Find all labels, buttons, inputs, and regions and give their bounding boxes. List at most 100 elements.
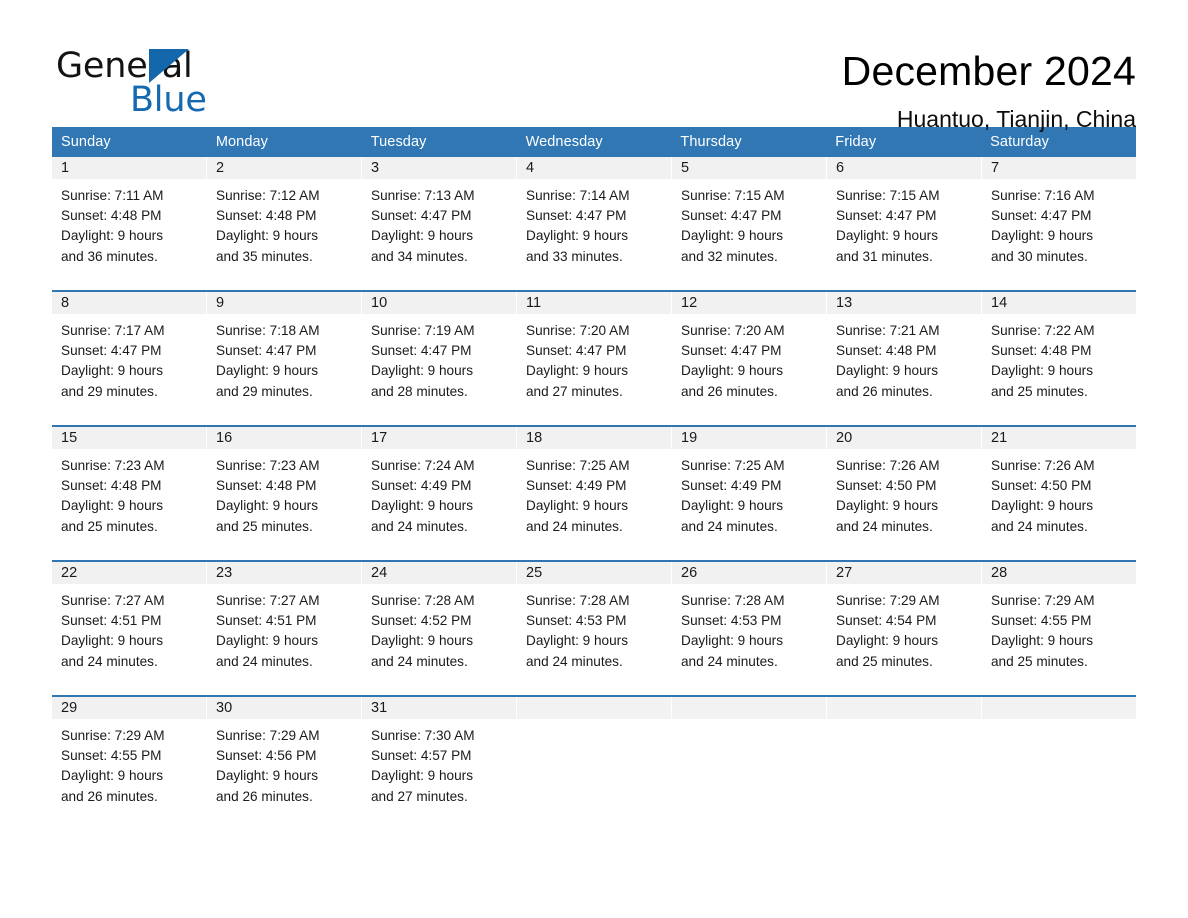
day-number-band: 18 bbox=[517, 427, 671, 449]
day-detail-line: and 26 minutes. bbox=[216, 788, 313, 804]
day-detail-lines: Sunrise: 7:26 AM Sunset: 4:50 PM Daylight:… bbox=[827, 449, 981, 537]
day-detail-lines: Sunrise: 7:24 AM Sunset: 4:49 PM Daylight:… bbox=[362, 449, 516, 537]
day-detail-line: Sunset: 4:52 PM bbox=[371, 613, 472, 629]
day-number-band: 17 bbox=[362, 427, 516, 449]
day-detail-line: Daylight: 9 hours bbox=[371, 768, 474, 784]
day-number-band: 28 bbox=[982, 562, 1136, 584]
day-detail-line: and 25 minutes. bbox=[61, 518, 158, 534]
day-detail-line: Sunset: 4:49 PM bbox=[681, 478, 782, 494]
day-number: 30 bbox=[216, 700, 233, 716]
calendar-day-cell[interactable]: 3 Sunrise: 7:13 AM Sunset: 4:47 PM Daylight… bbox=[362, 157, 516, 290]
day-detail-line: and 29 minutes. bbox=[216, 383, 313, 399]
calendar-day-cell[interactable]: 6 Sunrise: 7:15 AM Sunset: 4:47 PM Daylight… bbox=[827, 157, 981, 290]
calendar-day-cell[interactable]: 7 Sunrise: 7:16 AM Sunset: 4:47 PM Daylight… bbox=[982, 157, 1136, 290]
calendar-day-cell-empty bbox=[517, 697, 671, 830]
calendar-day-cell[interactable]: 9 Sunrise: 7:18 AM Sunset: 4:47 PM Daylight… bbox=[207, 292, 361, 425]
day-detail-line: and 24 minutes. bbox=[681, 653, 778, 669]
day-detail-line: and 27 minutes. bbox=[371, 788, 468, 804]
calendar-day-cell[interactable]: 2 Sunrise: 7:12 AM Sunset: 4:48 PM Daylight… bbox=[207, 157, 361, 290]
day-number-band: 15 bbox=[52, 427, 206, 449]
day-detail-line: and 25 minutes. bbox=[836, 653, 933, 669]
calendar-day-cell[interactable]: 25 Sunrise: 7:28 AM Sunset: 4:53 PM Dayligh… bbox=[517, 562, 671, 695]
day-detail-line: and 25 minutes. bbox=[991, 383, 1088, 399]
day-detail-line: and 24 minutes. bbox=[216, 653, 313, 669]
day-detail-line: Sunset: 4:53 PM bbox=[681, 613, 782, 629]
day-number-band: 12 bbox=[672, 292, 826, 314]
calendar-day-cell[interactable]: 29 Sunrise: 7:29 AM Sunset: 4:55 PM Dayligh… bbox=[52, 697, 206, 830]
day-number-band: 25 bbox=[517, 562, 671, 584]
calendar-week-row: 8 Sunrise: 7:17 AM Sunset: 4:47 PM Daylight… bbox=[52, 290, 1136, 425]
calendar-day-cell[interactable]: 17 Sunrise: 7:24 AM Sunset: 4:49 PM Dayligh… bbox=[362, 427, 516, 560]
calendar-day-cell[interactable]: 21 Sunrise: 7:26 AM Sunset: 4:50 PM Dayligh… bbox=[982, 427, 1136, 560]
calendar-day-cell[interactable]: 12 Sunrise: 7:20 AM Sunset: 4:47 PM Dayligh… bbox=[672, 292, 826, 425]
day-detail-line: Sunset: 4:47 PM bbox=[991, 208, 1092, 224]
calendar-day-cell[interactable]: 4 Sunrise: 7:14 AM Sunset: 4:47 PM Daylight… bbox=[517, 157, 671, 290]
day-detail-line: Sunset: 4:47 PM bbox=[526, 208, 627, 224]
day-detail-line: Sunrise: 7:29 AM bbox=[216, 728, 320, 743]
calendar-day-cell[interactable]: 26 Sunrise: 7:28 AM Sunset: 4:53 PM Dayligh… bbox=[672, 562, 826, 695]
calendar-day-cell[interactable]: 11 Sunrise: 7:20 AM Sunset: 4:47 PM Dayligh… bbox=[517, 292, 671, 425]
day-detail-lines: Sunrise: 7:16 AM Sunset: 4:47 PM Daylight:… bbox=[982, 179, 1136, 267]
day-detail-lines: Sunrise: 7:25 AM Sunset: 4:49 PM Daylight:… bbox=[517, 449, 671, 537]
day-detail-line: Sunrise: 7:14 AM bbox=[526, 188, 630, 203]
day-detail-line: Sunrise: 7:15 AM bbox=[836, 188, 940, 203]
calendar-day-cell[interactable]: 13 Sunrise: 7:21 AM Sunset: 4:48 PM Dayligh… bbox=[827, 292, 981, 425]
day-detail-line: Daylight: 9 hours bbox=[991, 228, 1094, 244]
calendar-day-cell[interactable]: 19 Sunrise: 7:25 AM Sunset: 4:49 PM Dayligh… bbox=[672, 427, 826, 560]
calendar-week-row: 22 Sunrise: 7:27 AM Sunset: 4:51 PM Dayligh… bbox=[52, 560, 1136, 695]
calendar-day-cell[interactable]: 31 Sunrise: 7:30 AM Sunset: 4:57 PM Dayligh… bbox=[362, 697, 516, 830]
day-number-band: 6 bbox=[827, 157, 981, 179]
day-detail-lines: Sunrise: 7:23 AM Sunset: 4:48 PM Daylight:… bbox=[52, 449, 206, 537]
calendar-day-cell[interactable]: 23 Sunrise: 7:27 AM Sunset: 4:51 PM Dayligh… bbox=[207, 562, 361, 695]
day-detail-line: Daylight: 9 hours bbox=[371, 363, 474, 379]
calendar-day-cell[interactable]: 8 Sunrise: 7:17 AM Sunset: 4:47 PM Daylight… bbox=[52, 292, 206, 425]
title-block: December 2024 Huantuo, Tianjin, China bbox=[842, 46, 1136, 135]
day-number: 28 bbox=[991, 565, 1008, 581]
day-detail-line: and 24 minutes. bbox=[836, 518, 933, 534]
day-number-band: 2 bbox=[207, 157, 361, 179]
day-detail-line: Sunrise: 7:23 AM bbox=[216, 458, 320, 473]
day-detail-line: Daylight: 9 hours bbox=[61, 768, 164, 784]
calendar-day-cell[interactable]: 14 Sunrise: 7:22 AM Sunset: 4:48 PM Dayligh… bbox=[982, 292, 1136, 425]
day-detail-line: Sunrise: 7:11 AM bbox=[61, 188, 164, 203]
calendar-day-cell[interactable]: 16 Sunrise: 7:23 AM Sunset: 4:48 PM Dayligh… bbox=[207, 427, 361, 560]
day-number-band bbox=[517, 697, 671, 719]
day-detail-line: Sunset: 4:49 PM bbox=[526, 478, 627, 494]
day-number-band: 10 bbox=[362, 292, 516, 314]
day-detail-line: Sunrise: 7:20 AM bbox=[681, 323, 785, 338]
day-detail-line: and 26 minutes. bbox=[836, 383, 933, 399]
day-detail-line: Daylight: 9 hours bbox=[61, 498, 164, 514]
day-detail-line: Sunset: 4:47 PM bbox=[681, 343, 782, 359]
calendar-day-cell[interactable]: 1 Sunrise: 7:11 AM Sunset: 4:48 PM Daylight… bbox=[52, 157, 206, 290]
day-detail-line: Sunrise: 7:20 AM bbox=[526, 323, 630, 338]
day-detail-line: Sunset: 4:47 PM bbox=[61, 343, 162, 359]
day-detail-line: Daylight: 9 hours bbox=[526, 228, 629, 244]
day-number-band: 31 bbox=[362, 697, 516, 719]
calendar-week-row: 29 Sunrise: 7:29 AM Sunset: 4:55 PM Dayligh… bbox=[52, 695, 1136, 830]
day-detail-lines: Sunrise: 7:28 AM Sunset: 4:53 PM Daylight:… bbox=[672, 584, 826, 672]
day-detail-lines: Sunrise: 7:15 AM Sunset: 4:47 PM Daylight:… bbox=[672, 179, 826, 267]
calendar-day-cell[interactable]: 22 Sunrise: 7:27 AM Sunset: 4:51 PM Dayligh… bbox=[52, 562, 206, 695]
calendar-day-cell-empty bbox=[827, 697, 981, 830]
day-detail-line: and 24 minutes. bbox=[371, 653, 468, 669]
day-detail-lines: Sunrise: 7:13 AM Sunset: 4:47 PM Daylight:… bbox=[362, 179, 516, 267]
calendar-week-row: 15 Sunrise: 7:23 AM Sunset: 4:48 PM Dayligh… bbox=[52, 425, 1136, 560]
day-number: 3 bbox=[371, 160, 380, 176]
day-detail-line: Sunset: 4:48 PM bbox=[216, 208, 317, 224]
calendar-day-cell[interactable]: 18 Sunrise: 7:25 AM Sunset: 4:49 PM Dayligh… bbox=[517, 427, 671, 560]
day-number: 4 bbox=[526, 160, 535, 176]
calendar-day-cell[interactable]: 15 Sunrise: 7:23 AM Sunset: 4:48 PM Dayligh… bbox=[52, 427, 206, 560]
day-number-band: 29 bbox=[52, 697, 206, 719]
day-number-band: 11 bbox=[517, 292, 671, 314]
general-blue-logo: General Blue bbox=[56, 46, 256, 120]
calendar-day-cell[interactable]: 10 Sunrise: 7:19 AM Sunset: 4:47 PM Dayligh… bbox=[362, 292, 516, 425]
calendar-day-cell[interactable]: 24 Sunrise: 7:28 AM Sunset: 4:52 PM Dayligh… bbox=[362, 562, 516, 695]
day-detail-line: Sunset: 4:48 PM bbox=[836, 343, 937, 359]
calendar-day-cell[interactable]: 5 Sunrise: 7:15 AM Sunset: 4:47 PM Daylight… bbox=[672, 157, 826, 290]
calendar-day-cell[interactable]: 20 Sunrise: 7:26 AM Sunset: 4:50 PM Dayligh… bbox=[827, 427, 981, 560]
calendar-day-cell[interactable]: 30 Sunrise: 7:29 AM Sunset: 4:56 PM Dayligh… bbox=[207, 697, 361, 830]
day-detail-line: Sunset: 4:55 PM bbox=[991, 613, 1092, 629]
day-detail-lines: Sunrise: 7:23 AM Sunset: 4:48 PM Daylight:… bbox=[207, 449, 361, 537]
calendar-day-cell[interactable]: 27 Sunrise: 7:29 AM Sunset: 4:54 PM Dayligh… bbox=[827, 562, 981, 695]
calendar-day-cell[interactable]: 28 Sunrise: 7:29 AM Sunset: 4:55 PM Dayligh… bbox=[982, 562, 1136, 695]
